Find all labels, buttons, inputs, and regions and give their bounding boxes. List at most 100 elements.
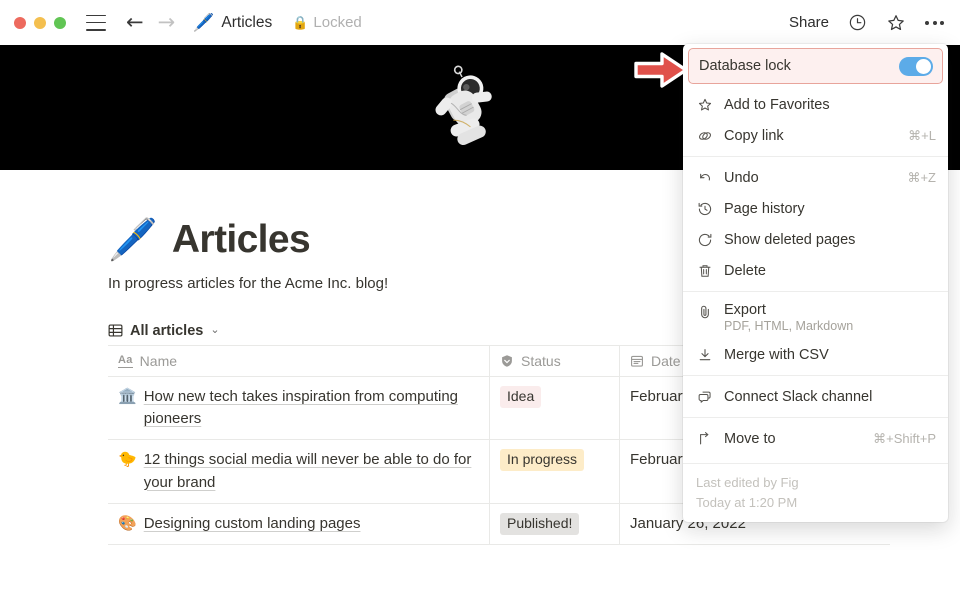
article-title-link[interactable]: How new tech takes inspiration from comp… (144, 386, 481, 430)
database-lock-toggle[interactable] (899, 57, 933, 76)
menu-item-sublabel: PDF, HTML, Markdown (724, 319, 853, 333)
document-emoji-icon: 🖊️ (193, 14, 214, 31)
date-value: February (630, 449, 690, 471)
menu-item-undo[interactable]: Undo ⌘+Z (683, 162, 948, 193)
row-emoji-icon: 🐤 (118, 449, 137, 471)
download-icon (696, 346, 713, 363)
paperclip-icon (696, 303, 713, 320)
export-text-stack: Export PDF, HTML, Markdown (724, 302, 853, 333)
menu-item-label: Add to Favorites (724, 97, 925, 113)
menu-item-shortcut: ⌘+Shift+P (873, 431, 936, 447)
page-options-menu: Database lock Add to Favorites (683, 44, 948, 522)
menu-item-export[interactable]: Export PDF, HTML, Markdown (683, 297, 948, 339)
select-icon (500, 354, 514, 368)
share-button[interactable]: Share (789, 14, 829, 31)
window-traffic-lights (14, 17, 66, 29)
lock-icon: 🔒 (292, 16, 308, 29)
menu-item-copy-link[interactable]: Copy link ⌘+L (683, 120, 948, 151)
article-title-link[interactable]: Designing custom landing pages (144, 513, 361, 535)
table-cell-name[interactable]: 🎨 Designing custom landing pages (108, 504, 490, 544)
menu-section-export: Export PDF, HTML, Markdown Merge with CS… (683, 291, 948, 375)
menu-item-add-to-favorites[interactable]: Add to Favorites (683, 89, 948, 120)
trash-icon (696, 262, 713, 279)
document-title[interactable]: Articles (221, 14, 272, 32)
page-history-icon (696, 200, 713, 217)
table-header-name-label: Name (140, 353, 177, 369)
page-emoji-icon[interactable]: 🖊️ (108, 220, 158, 260)
menu-item-page-history[interactable]: Page history (683, 193, 948, 224)
menu-item-database-lock[interactable]: Database lock (688, 48, 943, 84)
navigation-arrows: ← → (126, 12, 175, 33)
calendar-icon (630, 354, 644, 368)
view-tab-all-articles[interactable]: All articles ⌄ (108, 323, 220, 339)
menu-item-label: Copy link (724, 128, 897, 144)
locked-label: Locked (313, 14, 361, 31)
table-cell-status[interactable]: Published! (490, 504, 620, 544)
title-bar-actions: Share (789, 13, 944, 33)
menu-item-label: Delete (724, 263, 925, 279)
date-value: February (630, 386, 690, 408)
menu-item-merge-with-csv[interactable]: Merge with CSV (683, 339, 948, 370)
app-window: ← → 🖊️ Articles 🔒 Locked Share (0, 0, 960, 600)
clock-icon[interactable] (848, 13, 867, 32)
locked-status: 🔒 Locked (292, 14, 362, 31)
menu-item-move-to[interactable]: Move to ⌘+Shift+P (683, 423, 948, 454)
database-lock-label: Database lock (699, 58, 899, 74)
menu-item-label: Export (724, 302, 853, 318)
title-bar: ← → 🖊️ Articles 🔒 Locked Share (0, 0, 960, 45)
astronaut-illustration (420, 59, 520, 159)
menu-item-connect-slack-channel[interactable]: Connect Slack channel (683, 381, 948, 412)
page-title[interactable]: Articles (172, 218, 310, 262)
table-header-status-label: Status (521, 353, 561, 369)
menu-item-label: Move to (724, 431, 862, 447)
menu-item-label: Undo (724, 170, 896, 186)
table-header-name[interactable]: Aa Name (108, 346, 490, 376)
minimize-window-button[interactable] (34, 17, 46, 29)
back-arrow-icon[interactable]: ← (126, 12, 144, 33)
row-emoji-icon: 🎨 (118, 513, 137, 535)
menu-item-shortcut: ⌘+L (908, 128, 936, 144)
forward-arrow-icon[interactable]: → (158, 12, 176, 33)
text-type-icon: Aa (118, 354, 133, 367)
menu-item-delete[interactable]: Delete (683, 255, 948, 286)
maximize-window-button[interactable] (54, 17, 66, 29)
move-to-icon (696, 430, 713, 447)
last-edited-by: Last edited by Fig (696, 473, 935, 493)
table-header-status[interactable]: Status (490, 346, 620, 376)
row-emoji-icon: 🏛️ (118, 386, 137, 408)
restore-icon (696, 231, 713, 248)
menu-section-integrations: Connect Slack channel (683, 375, 948, 417)
undo-icon (696, 169, 713, 186)
chat-icon (696, 388, 713, 405)
table-view-icon (108, 323, 123, 338)
table-cell-status[interactable]: In progress (490, 440, 620, 502)
table-cell-name[interactable]: 🏛️ How new tech takes inspiration from c… (108, 377, 490, 439)
close-window-button[interactable] (14, 17, 26, 29)
star-icon[interactable] (886, 13, 906, 33)
hamburger-icon[interactable] (86, 15, 106, 31)
menu-section-history: Undo ⌘+Z Page history Show delete (683, 156, 948, 291)
menu-item-show-deleted-pages[interactable]: Show deleted pages (683, 224, 948, 255)
table-cell-status[interactable]: Idea (490, 377, 620, 439)
star-icon (696, 96, 713, 113)
menu-section-move: Move to ⌘+Shift+P (683, 417, 948, 459)
link-icon (696, 127, 713, 144)
status-badge: Published! (500, 513, 579, 535)
menu-item-shortcut: ⌘+Z (907, 170, 936, 186)
menu-item-label: Connect Slack channel (724, 389, 925, 405)
last-edited-time: Today at 1:20 PM (696, 493, 935, 513)
view-tab-label: All articles (130, 323, 203, 339)
menu-footer: Last edited by Fig Today at 1:20 PM (683, 463, 948, 513)
menu-item-label: Page history (724, 201, 925, 217)
table-cell-name[interactable]: 🐤 12 things social media will never be a… (108, 440, 490, 502)
table-header-date-label: Date (651, 353, 681, 369)
menu-item-label: Merge with CSV (724, 347, 925, 363)
article-title-link[interactable]: 12 things social media will never be abl… (144, 449, 481, 493)
status-badge: In progress (500, 449, 584, 471)
menu-item-label: Show deleted pages (724, 232, 925, 248)
status-badge: Idea (500, 386, 541, 408)
more-options-icon[interactable] (925, 21, 944, 25)
red-pointer-arrow (634, 50, 698, 90)
menu-section-favorites: Add to Favorites Copy link ⌘+L (683, 84, 948, 156)
chevron-down-icon[interactable]: ⌄ (210, 325, 219, 336)
